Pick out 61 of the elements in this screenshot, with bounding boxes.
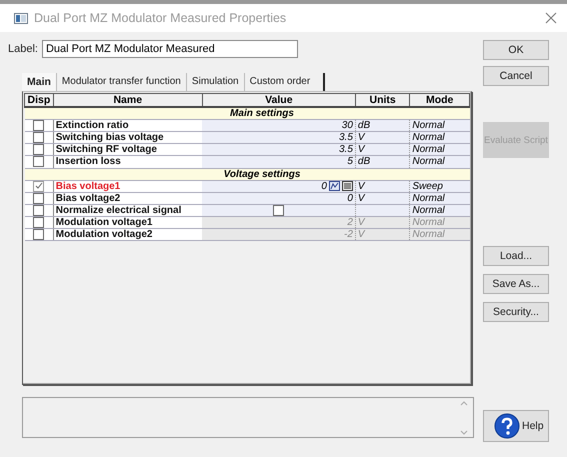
units-cell: V	[355, 180, 410, 192]
dialog-button[interactable]: OK	[483, 40, 549, 60]
parameter-name: Modulation voltage2	[53, 228, 202, 241]
mode-cell[interactable]: Normal	[410, 156, 470, 168]
mode-cell[interactable]: Normal	[410, 204, 470, 216]
disp-checkbox[interactable]	[33, 180, 44, 192]
parameter-name: Extinction ratio	[53, 120, 202, 132]
section-title: Main settings	[229, 108, 294, 119]
parameter-name: Bias voltage2	[53, 192, 202, 204]
parameter-name: Switching bias voltage	[53, 132, 202, 144]
parameter-name: Modulation voltage1	[53, 216, 202, 229]
column-header[interactable]: Mode	[410, 94, 470, 107]
parameter-name: Normalize electrical signal	[53, 204, 202, 216]
disp-checkbox[interactable]	[33, 156, 44, 168]
disp-checkbox[interactable]	[33, 120, 44, 131]
parameter-name: Switching RF voltage	[53, 144, 202, 156]
help-button[interactable]: Help	[483, 410, 549, 442]
value-cell[interactable]: 0	[202, 192, 356, 204]
disp-checkbox[interactable]	[33, 192, 44, 204]
value-cell[interactable]: 30	[202, 120, 356, 132]
dialog-button[interactable]: Security...	[483, 302, 549, 322]
units-cell: V	[355, 132, 410, 144]
units-cell: dB	[355, 156, 410, 168]
parameter-name: Bias voltage1	[53, 180, 202, 192]
column-header[interactable]: Value	[202, 94, 356, 107]
column-header[interactable]: Units	[355, 94, 410, 107]
disp-checkbox[interactable]	[33, 132, 44, 144]
scrollbar-icon[interactable]	[459, 400, 469, 436]
units-cell: dB	[355, 120, 410, 132]
column-header[interactable]: Disp	[24, 94, 54, 107]
units-cell: V	[355, 192, 410, 204]
list-icon[interactable]	[342, 181, 353, 192]
mode-cell[interactable]: Normal	[410, 192, 470, 204]
help-icon	[494, 413, 520, 439]
value-cell[interactable]: 0	[321, 180, 327, 192]
mode-cell[interactable]: Normal	[410, 144, 470, 156]
value-checkbox[interactable]	[273, 204, 284, 216]
mode-cell[interactable]: Sweep	[410, 180, 470, 192]
chart-icon[interactable]	[328, 181, 340, 192]
column-header[interactable]: Name	[53, 94, 202, 107]
value-cell[interactable]: 5	[202, 156, 356, 168]
units-cell: V	[355, 228, 410, 241]
mode-cell[interactable]: Normal	[410, 132, 470, 144]
units-cell: V	[355, 216, 410, 229]
label-field[interactable]: Dual Port MZ Modulator Measured	[42, 40, 298, 58]
mode-cell[interactable]: Normal	[410, 120, 470, 132]
dialog-button[interactable]: Load...	[483, 246, 549, 266]
section-title: Voltage settings	[222, 168, 300, 180]
tab[interactable]: Main	[22, 73, 57, 91]
value-cell[interactable]: 3.5	[202, 144, 356, 156]
units-cell: V	[355, 144, 410, 156]
value-cell[interactable]: 3.5	[202, 132, 356, 144]
disp-checkbox[interactable]	[33, 204, 44, 216]
window-icon	[14, 12, 28, 24]
disp-checkbox[interactable]	[33, 144, 44, 156]
label-caption: Label:	[8, 43, 38, 55]
parameter-name: Insertion loss	[53, 156, 202, 168]
close-icon[interactable]	[545, 12, 557, 24]
window-title: Dual Port MZ Modulator Measured Properties	[34, 11, 288, 25]
dialog-button[interactable]: Save As...	[483, 274, 549, 294]
dialog-button[interactable]: Cancel	[483, 66, 549, 86]
